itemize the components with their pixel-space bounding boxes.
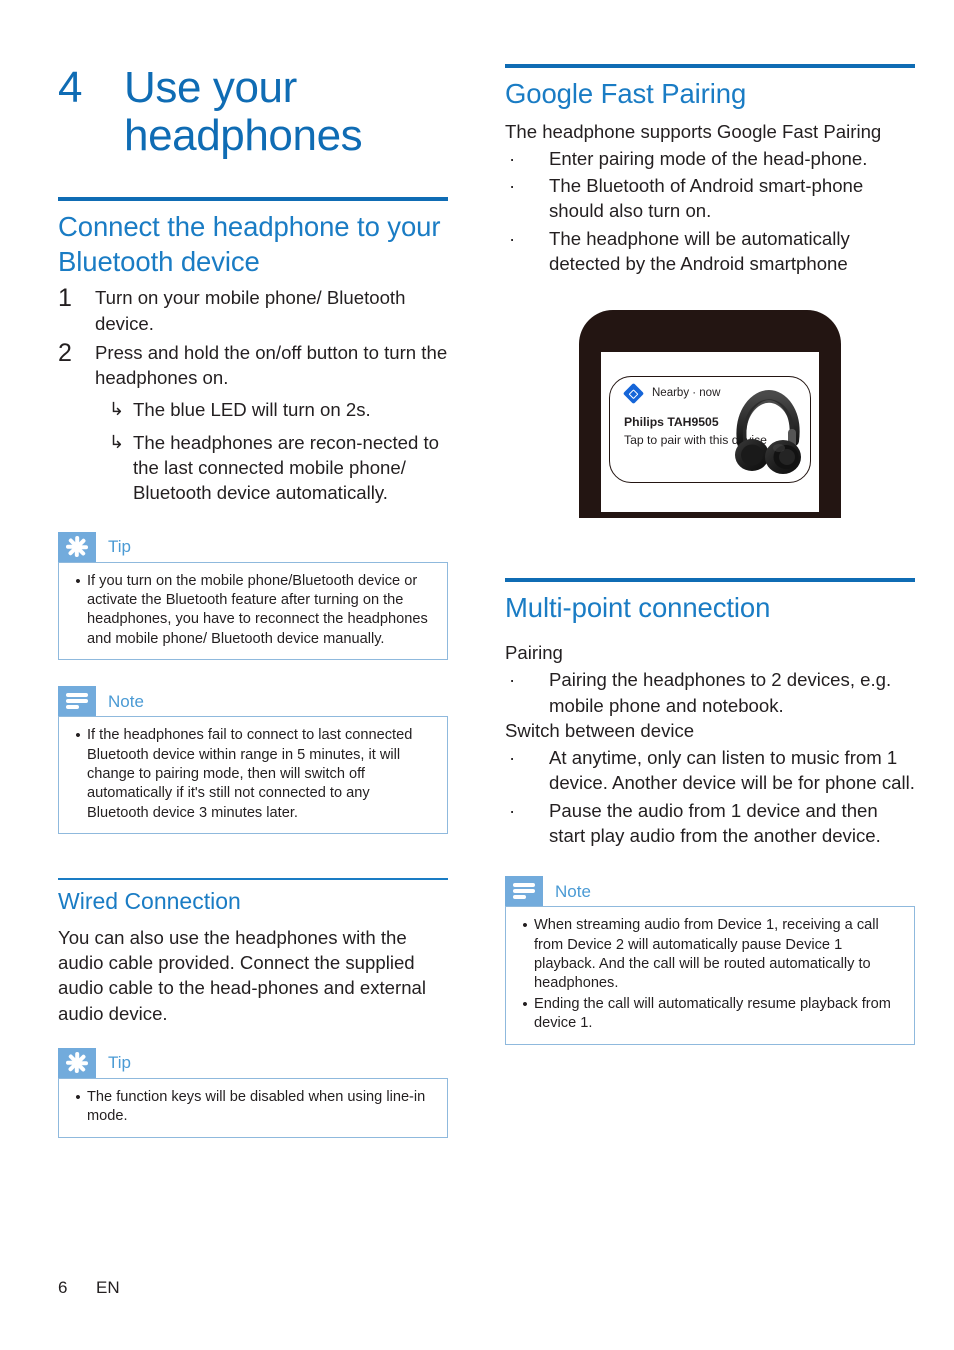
bullet-icon: • xyxy=(75,727,81,745)
bullet-icon: · xyxy=(509,175,516,197)
list-item-text: Pause the audio from 1 device and then s… xyxy=(549,799,881,846)
lines-icon xyxy=(505,876,543,907)
step-item: 1 Turn on your mobile phone/ Bluetooth d… xyxy=(58,285,448,336)
manual-page: 4 Use your headphones Connect the headph… xyxy=(0,0,954,1350)
fast-pairing-intro: The headphone supports Google Fast Pairi… xyxy=(505,120,882,142)
bullet-icon: • xyxy=(75,1088,81,1106)
step-item: 2 Press and hold the on/off button to tu… xyxy=(58,340,448,391)
heading-multipoint-connection: Multi-point connection xyxy=(505,592,771,624)
pairing-notification-card[interactable]: Nearby · now Philips TAH9505 Tap to pair… xyxy=(609,376,811,484)
tip-callout: Tip • If you turn on the mobile phone/Bl… xyxy=(58,531,448,661)
lines-glyph xyxy=(66,693,88,710)
substep-text: The headphones are recon-nected to the l… xyxy=(133,431,439,504)
heading-wired-connection: Wired Connection xyxy=(58,888,241,915)
list-item-text: Enter pairing mode of the head-phone. xyxy=(549,147,868,169)
notification-source-text: Nearby · now xyxy=(652,387,721,400)
chapter-title: 4 Use your headphones xyxy=(58,64,448,159)
callout-body: • The function keys will be disabled whe… xyxy=(58,1077,448,1138)
bullet-icon: · xyxy=(509,669,516,691)
callout-text: If you turn on the mobile phone/Bluetoot… xyxy=(87,572,428,647)
headphones-image xyxy=(735,390,801,475)
phone-frame: Nearby · now Philips TAH9505 Tap to pair… xyxy=(579,310,841,519)
tip-callout: Tip • The function keys will be disabled… xyxy=(58,1047,448,1138)
callout-list-item: • When streaming audio from Device 1, re… xyxy=(516,916,902,994)
callout-text: The function keys will be disabled when … xyxy=(87,1088,426,1125)
callout-label: Note xyxy=(555,881,591,901)
asterisk-icon xyxy=(58,1047,96,1078)
bullet-icon: • xyxy=(522,995,528,1013)
asterisk-icon xyxy=(58,531,96,562)
phone-screen: Nearby · now Philips TAH9505 Tap to pair… xyxy=(601,352,819,513)
section-rule xyxy=(58,197,448,202)
section-rule xyxy=(505,578,915,583)
callout-header: Tip xyxy=(58,1047,448,1078)
bullet-icon: · xyxy=(509,147,516,169)
connect-steps: 1 Turn on your mobile phone/ Bluetooth d… xyxy=(58,285,448,505)
asterisk-glyph xyxy=(66,1052,88,1074)
list-item-text: At anytime, only can listen to music fro… xyxy=(549,747,915,794)
callout-header: Tip xyxy=(58,531,448,562)
hook-arrow-icon: ↳ xyxy=(109,431,125,452)
page-footer: 6 EN xyxy=(58,1278,120,1298)
section-rule xyxy=(58,878,448,881)
phone-illustration: Nearby · now Philips TAH9505 Tap to pair… xyxy=(505,310,915,519)
wired-connection-paragraph: You can also use the headphones with the… xyxy=(58,926,427,1024)
note-callout: Note • If the headphones fail to connect… xyxy=(58,686,448,835)
step-number: 1 xyxy=(58,284,72,313)
callout-label: Tip xyxy=(108,1053,131,1073)
bullet-icon: · xyxy=(509,799,516,821)
step-number: 2 xyxy=(58,338,72,367)
callout-list-item: • The function keys will be disabled whe… xyxy=(69,1088,435,1127)
list-item: · The headphone will be automatically de… xyxy=(505,226,915,277)
fast-pairing-bullets: · Enter pairing mode of the head-phone. … xyxy=(505,146,915,276)
section-rule xyxy=(505,64,915,68)
callout-header: Note xyxy=(58,686,448,717)
list-item-text: The Bluetooth of Android smart-phone sho… xyxy=(549,175,864,222)
callout-list-item: • If the headphones fail to connect to l… xyxy=(69,726,435,823)
substep-item: ↳ The blue LED will turn on 2s. xyxy=(95,397,448,422)
lines-glyph xyxy=(513,883,535,900)
group-label-pairing: Pairing xyxy=(505,641,563,663)
bullet-icon: · xyxy=(509,747,516,769)
asterisk-glyph xyxy=(66,536,88,558)
chapter-title-text: Use your headphones xyxy=(124,63,363,160)
note-callout: Note • When streaming audio from Device … xyxy=(505,876,915,1045)
callout-list-item: • If you turn on the mobile phone/Blueto… xyxy=(69,572,435,650)
callout-label: Tip xyxy=(108,537,131,557)
step-text: Press and hold the on/off button to turn… xyxy=(95,341,448,389)
substep-text: The blue LED will turn on 2s. xyxy=(133,399,371,421)
list-item: · Pairing the headphones to 2 devices, e… xyxy=(505,667,915,718)
step-text: Turn on your mobile phone/ Bluetooth dev… xyxy=(95,287,406,334)
list-item: · Enter pairing mode of the head-phone. xyxy=(505,146,915,171)
callout-text: When streaming audio from Device 1, rece… xyxy=(534,917,879,992)
list-item-text: Pairing the headphones to 2 devices, e.g… xyxy=(549,669,892,716)
list-item-text: The headphone will be automatically dete… xyxy=(549,227,850,275)
hook-arrow-icon: ↳ xyxy=(109,399,125,420)
language-code: EN xyxy=(96,1278,120,1297)
group-label-switch: Switch between device xyxy=(505,719,695,741)
list-item: · Pause the audio from 1 device and then… xyxy=(505,798,915,849)
chapter-number: 4 xyxy=(58,63,83,112)
callout-text: Ending the call will automatically resum… xyxy=(534,995,891,1032)
list-item: · The Bluetooth of Android smart-phone s… xyxy=(505,173,915,224)
page-number: 6 xyxy=(58,1278,68,1297)
callout-list-item: • Ending the call will automatically res… xyxy=(516,995,902,1034)
substep-item: ↳ The headphones are recon-nected to the… xyxy=(95,430,448,506)
callout-label: Note xyxy=(108,691,144,711)
callout-body: • If you turn on the mobile phone/Blueto… xyxy=(58,561,448,661)
bullet-icon: · xyxy=(509,227,516,249)
lines-icon xyxy=(58,686,96,717)
bullet-icon: • xyxy=(522,917,528,935)
list-item: · At anytime, only can listen to music f… xyxy=(505,745,915,796)
callout-text: If the headphones fail to connect to las… xyxy=(87,727,413,821)
callout-body: • When streaming audio from Device 1, re… xyxy=(505,906,915,1045)
bullet-icon: • xyxy=(75,572,81,590)
heading-connect-headphone: Connect the headphone to your Bluetooth … xyxy=(58,211,441,277)
left-column: 4 Use your headphones Connect the headph… xyxy=(58,0,448,1138)
right-column: Google Fast Pairing The headphone suppor… xyxy=(505,0,915,1045)
callout-body: • If the headphones fail to connect to l… xyxy=(58,716,448,835)
callout-header: Note xyxy=(505,876,915,907)
heading-google-fast-pairing: Google Fast Pairing xyxy=(505,78,747,109)
